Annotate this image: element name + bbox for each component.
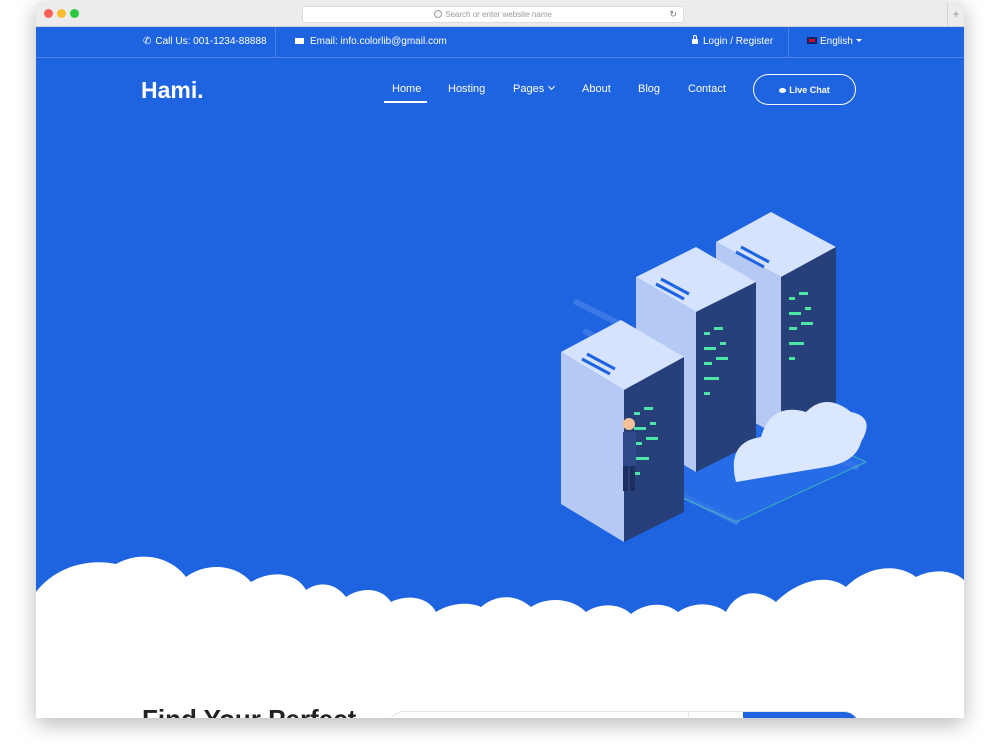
- login-text: Login / Register: [703, 36, 774, 47]
- language-text: English: [820, 36, 853, 47]
- address-bar[interactable]: Search or enter website name ↻: [302, 6, 684, 23]
- language-selector[interactable]: English: [807, 36, 862, 47]
- login-register-link[interactable]: Login / Register: [692, 35, 774, 47]
- caret-down-icon: [855, 39, 862, 42]
- topbar-divider: [788, 27, 789, 57]
- maximize-window-button[interactable]: [70, 9, 79, 18]
- section-title: Find Your Perfect: [142, 704, 356, 718]
- live-chat-button[interactable]: Live Chat: [753, 74, 856, 105]
- reload-icon[interactable]: ↻: [669, 7, 677, 22]
- server-illustration: [561, 212, 868, 542]
- chat-icon: [779, 88, 787, 93]
- mail-icon: [295, 38, 304, 44]
- address-placeholder: Search or enter website name: [445, 10, 552, 19]
- nav-hosting[interactable]: Hosting: [448, 83, 485, 95]
- minimize-window-button[interactable]: [57, 9, 66, 18]
- new-tab-button[interactable]: +: [947, 2, 964, 26]
- nav-about[interactable]: About: [582, 83, 611, 95]
- email-contact[interactable]: Email: info.colorlib@gmail.com: [295, 36, 447, 47]
- site-logo[interactable]: Hami.: [141, 77, 204, 104]
- nav-pages-label: Pages: [513, 83, 545, 95]
- flag-icon: [807, 37, 817, 44]
- close-window-button[interactable]: [44, 9, 53, 18]
- search-icon: [434, 10, 443, 18]
- nav-pages[interactable]: Pages: [513, 82, 556, 95]
- live-chat-label: Live Chat: [789, 85, 830, 95]
- phone-contact[interactable]: ✆ Call Us: 001-1234-88888: [143, 36, 267, 47]
- browser-window: Search or enter website name ↻ + ✆ Call U…: [36, 2, 964, 718]
- website: ✆ Call Us: 001-1234-88888 Email: info.col…: [36, 27, 964, 718]
- lock-icon: [692, 35, 698, 44]
- form-divider: [688, 712, 689, 718]
- nav-contact[interactable]: Contact: [688, 83, 726, 95]
- topbar-divider: [275, 27, 276, 57]
- domain-search-button[interactable]: [743, 712, 859, 718]
- cloud-divider: [36, 556, 964, 718]
- phone-icon: ✆: [143, 36, 152, 47]
- email-text: Email: info.colorlib@gmail.com: [310, 36, 447, 47]
- chevron-down-icon: [548, 82, 556, 91]
- nav-home[interactable]: Home: [392, 83, 421, 95]
- phone-text: Call Us: 001-1234-88888: [155, 36, 267, 47]
- top-info-bar: ✆ Call Us: 001-1234-88888 Email: info.col…: [36, 27, 964, 58]
- browser-toolbar: Search or enter website name ↻ +: [36, 2, 964, 27]
- domain-search-form[interactable]: [388, 711, 860, 718]
- active-nav-indicator: [384, 101, 427, 103]
- nav-blog[interactable]: Blog: [638, 83, 660, 95]
